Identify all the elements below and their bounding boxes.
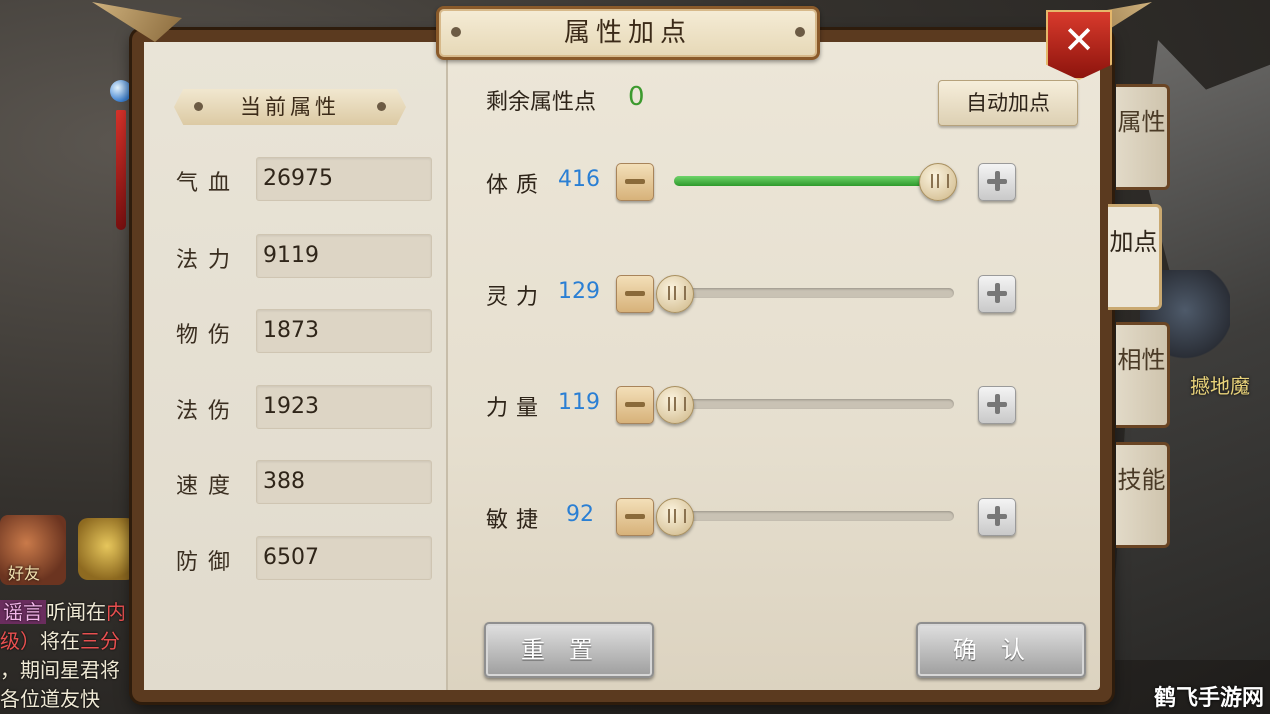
attr-slider-track[interactable] (656, 275, 954, 313)
attr-row-constitution: 体质 416 (486, 163, 1026, 203)
plaque-stud-icon (795, 27, 805, 37)
plus-button[interactable] (978, 275, 1016, 313)
plaque-stud-icon (451, 27, 461, 37)
chat-line2: 将在 (40, 629, 80, 653)
attr-value: 92 (566, 502, 594, 527)
chat-icon[interactable] (78, 518, 136, 580)
stat-value-box: 6507 (256, 536, 432, 580)
panel-body (144, 42, 1100, 690)
chat-line1: 听闻在 (46, 600, 106, 624)
current-stats-header: 当前属性 (174, 89, 406, 125)
stat-label: 法力 (176, 248, 241, 273)
chat-line1-red: 内 (106, 600, 126, 624)
attr-label: 灵力 (486, 285, 547, 310)
tab-affinity[interactable]: 相性 (1116, 322, 1170, 428)
chat-line2-red2: 三分 (80, 629, 120, 653)
minus-icon (625, 514, 645, 519)
minus-icon (625, 291, 645, 296)
plus-icon (995, 394, 1000, 414)
plus-icon (995, 283, 1000, 303)
friend-label: 好友 (8, 564, 41, 583)
stat-value-box: 26975 (256, 157, 432, 201)
attr-value: 416 (558, 167, 600, 192)
panel-title: 属性加点 (563, 18, 692, 48)
stat-value: 1923 (263, 394, 319, 419)
stat-label: 气血 (176, 171, 241, 196)
attr-slider-track[interactable] (674, 163, 958, 201)
stat-label: 防御 (176, 550, 241, 575)
stat-value-box: 388 (256, 460, 432, 504)
auto-allocate-button[interactable]: 自动加点 (938, 80, 1078, 126)
stat-value: 388 (263, 469, 305, 494)
site-watermark: 鹤飞手游网 (1153, 686, 1264, 711)
plaque-stud-icon (194, 102, 203, 111)
tab-skills[interactable]: 技能 (1116, 442, 1170, 548)
plus-icon (995, 171, 1000, 191)
chat-tag: 谣言 (0, 600, 46, 624)
plus-icon (995, 506, 1000, 526)
close-icon: ✕ (1063, 18, 1095, 62)
attr-label: 敏捷 (486, 508, 547, 533)
stat-value: 6507 (263, 545, 319, 570)
pendant-ornament (108, 50, 134, 230)
attr-value: 129 (558, 279, 600, 304)
slider-knob-icon[interactable] (656, 386, 694, 424)
minus-button[interactable] (616, 498, 654, 536)
attr-row-strength: 力量 119 (486, 386, 1026, 426)
attr-row-agility: 敏捷 92 (486, 498, 1026, 538)
attr-slider-fill (674, 176, 938, 186)
remaining-points-value: 0 (628, 82, 645, 112)
stat-label: 速度 (176, 474, 241, 499)
plus-button[interactable] (978, 163, 1016, 201)
slider-knob-icon[interactable] (919, 163, 958, 201)
attr-slider-track[interactable] (656, 386, 954, 424)
minus-button[interactable] (616, 275, 654, 313)
pendant-tassel-icon (116, 110, 126, 230)
monster-name: 撼地魔 (1190, 374, 1250, 398)
stat-value: 1873 (263, 318, 319, 343)
chat-line2-red: 级） (0, 629, 40, 653)
attr-value: 119 (558, 390, 600, 415)
remaining-points-label: 剩余属性点 (486, 90, 597, 115)
current-stats-title: 当前属性 (240, 95, 340, 119)
minus-icon (625, 402, 645, 407)
stat-value-box: 1923 (256, 385, 432, 429)
stat-value-box: 9119 (256, 234, 432, 278)
stat-label: 物伤 (176, 323, 241, 348)
attr-row-spirit: 灵力 129 (486, 275, 1026, 315)
chat-log: 谣言 听闻在内 级）将在三分 ，期间星君将 各位道友快 (0, 598, 140, 714)
slider-knob-icon[interactable] (656, 498, 694, 536)
current-stats-column (144, 42, 448, 690)
attr-slider-track[interactable] (656, 498, 954, 536)
tab-add-points[interactable]: 加点 (1108, 204, 1162, 310)
stat-label: 法伤 (176, 399, 241, 424)
stat-value: 26975 (263, 166, 333, 191)
plaque-stud-icon (377, 102, 386, 111)
plus-button[interactable] (978, 498, 1016, 536)
attr-label: 力量 (486, 396, 547, 421)
tab-attributes[interactable]: 属性 (1116, 84, 1170, 190)
plus-button[interactable] (978, 386, 1016, 424)
confirm-button[interactable]: 确认 (916, 622, 1086, 678)
attr-label: 体质 (486, 173, 547, 198)
chat-line3: ，期间星君将 (0, 658, 120, 682)
slider-knob-icon[interactable] (656, 275, 694, 313)
minus-button[interactable] (616, 386, 654, 424)
reset-button[interactable]: 重置 (484, 622, 654, 678)
pendant-bead-icon (110, 80, 132, 102)
chat-line4: 各位道友快 (0, 687, 100, 711)
stat-value: 9119 (263, 243, 319, 268)
minus-button[interactable] (616, 163, 654, 201)
stat-value-box: 1873 (256, 309, 432, 353)
attribute-panel (92, 2, 1152, 702)
panel-title-plaque: 属性加点 (436, 6, 820, 60)
minus-icon (625, 179, 645, 184)
